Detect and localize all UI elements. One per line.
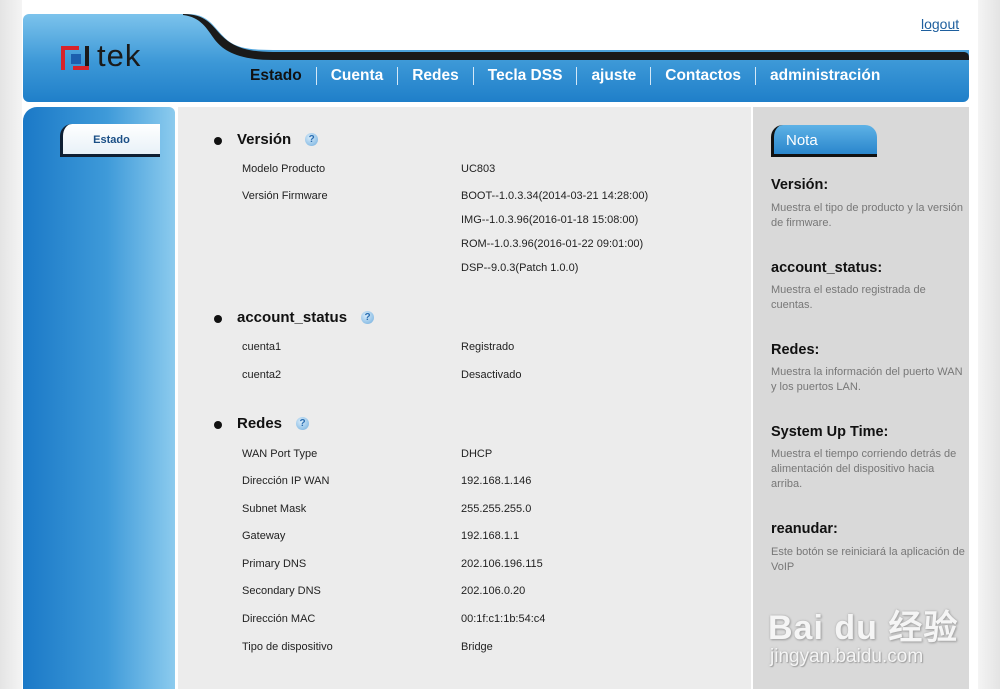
section-title-version: Versión ? (237, 131, 319, 148)
row-value: Desactivado (461, 369, 522, 381)
watermark-main: Bai du 经验 (768, 609, 959, 647)
row-value: 192.168.1.1 (461, 530, 520, 542)
row-value: IMG--1.0.3.96(2016-01-18 15:08:00) (461, 214, 639, 226)
row-value: 00:1f:c1:1b:54:c4 (461, 613, 546, 625)
bullet-icon (214, 421, 222, 429)
main-nav: Estado Cuenta Redes Tecla DSS ajuste Con… (250, 65, 894, 87)
section-title-redes: Redes ? (237, 415, 310, 432)
nav-contactos[interactable]: Contactos (651, 67, 755, 85)
sidebar (23, 107, 175, 689)
nav-estado[interactable]: Estado (250, 67, 316, 85)
row-value: Registrado (461, 341, 515, 353)
note-desc: Muestra el tipo de producto y la versión… (771, 202, 963, 229)
section-title-text: account_status (237, 309, 348, 326)
row-label: Primary DNS (242, 558, 307, 570)
note-desc: Este botón se reiniciará la aplicación d… (771, 546, 965, 573)
help-icon[interactable]: ? (305, 133, 319, 146)
row-label: Gateway (242, 530, 286, 542)
nav-tecla-dss[interactable]: Tecla DSS (474, 67, 577, 85)
htek-logo: tek (61, 38, 142, 73)
note-title: Redes: (771, 342, 820, 358)
row-value: UC803 (461, 163, 496, 175)
section-title-text: Redes (237, 415, 283, 432)
nav-ajuste[interactable]: ajuste (577, 67, 650, 85)
nav-divider (397, 67, 399, 85)
note-tab-label: Nota (786, 132, 818, 149)
row-label: Modelo Producto (242, 163, 326, 175)
note-title: Versión: (771, 177, 829, 193)
help-icon[interactable]: ? (296, 417, 310, 430)
row-label: cuenta2 (242, 369, 282, 381)
watermark-sub: jingyan.baidu.com (770, 646, 924, 667)
row-value: DSP--9.0.3(Patch 1.0.0) (461, 262, 579, 274)
row-value: BOOT--1.0.3.34(2014-03-21 14:28:00) (461, 190, 649, 202)
section-title-text: Versión (237, 131, 292, 148)
bullet-icon (214, 315, 222, 323)
row-label: Subnet Mask (242, 503, 307, 515)
row-value: 202.106.196.115 (461, 558, 543, 570)
nav-divider (472, 67, 474, 85)
row-label: cuenta1 (242, 341, 282, 353)
row-label: Secondary DNS (242, 585, 321, 597)
nav-divider (576, 67, 578, 85)
header-curve (23, 14, 969, 60)
logo-text: tek (97, 38, 142, 73)
row-label: Dirección MAC (242, 613, 316, 625)
bullet-icon (214, 137, 222, 145)
section-title-account-status: account_status ? (237, 309, 375, 326)
row-value: 255.255.255.0 (461, 503, 532, 515)
row-label: WAN Port Type (242, 448, 318, 460)
logout-link[interactable]: logout (921, 16, 959, 32)
nav-divider (755, 67, 757, 85)
note-desc: Muestra el tiempo corriendo detrás de al… (771, 448, 957, 490)
row-label: Tipo de dispositivo (242, 641, 333, 653)
nav-divider (315, 67, 317, 85)
note-title: reanudar: (771, 521, 838, 537)
note-desc: Muestra la información del puerto WAN y … (771, 366, 963, 393)
row-value: ROM--1.0.3.96(2016-01-22 09:01:00) (461, 238, 644, 250)
logo-mark-icon (61, 42, 95, 70)
nav-divider (650, 67, 652, 85)
row-label: Versión Firmware (242, 190, 328, 202)
note-title: System Up Time: (771, 424, 889, 440)
note-tab: Nota (771, 125, 877, 157)
help-icon[interactable]: ? (361, 311, 375, 324)
nav-cuenta[interactable]: Cuenta (317, 67, 398, 85)
nav-redes[interactable]: Redes (398, 67, 473, 85)
sidebar-item-label: Estado (93, 134, 130, 146)
note-title: account_status: (771, 260, 883, 276)
baidu-watermark: Bai du 经验 jingyan.baidu.com (768, 580, 980, 670)
note-desc: Muestra el estado registrada de cuentas. (771, 284, 926, 311)
nav-administracion[interactable]: administración (756, 67, 894, 85)
row-value: Bridge (461, 641, 493, 653)
row-value: DHCP (461, 448, 493, 460)
row-label: Dirección IP WAN (242, 475, 330, 487)
row-value: 202.106.0.20 (461, 585, 526, 597)
header: tek logout Estado Cuenta Redes Tecla DSS… (23, 14, 969, 102)
sidebar-item-estado[interactable]: Estado (60, 124, 160, 157)
row-value: 192.168.1.146 (461, 475, 532, 487)
